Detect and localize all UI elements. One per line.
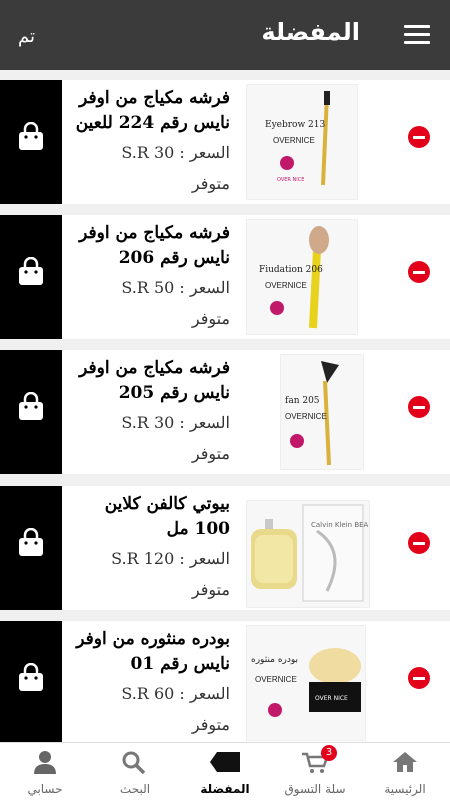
done-button[interactable]: تم — [18, 26, 35, 47]
product-name: فرشه مكياج من اوفر نايس رقم 224 للعين — [75, 88, 230, 133]
nav-account[interactable]: حسابي — [5, 743, 85, 801]
nav-favorites[interactable]: المفضلة — [185, 743, 265, 801]
shopping-bag-icon — [19, 392, 43, 420]
shopping-bag-icon — [19, 663, 43, 691]
nav-cart[interactable]: 3 سلة التسوق — [275, 743, 355, 801]
shopping-bag-icon — [19, 257, 43, 285]
product-name: فرشه مكياج من اوفر نايس رقم 206 — [79, 223, 230, 268]
svg-text:OVER NICE: OVER NICE — [277, 177, 304, 183]
product-name: بيوتي كالفن كلاين 100 مل — [104, 494, 230, 539]
brand-label: OVERNICE — [255, 675, 297, 684]
add-to-cart-button[interactable] — [0, 80, 62, 204]
menu-icon[interactable] — [404, 25, 430, 45]
image-label: fan 205 — [285, 396, 320, 406]
product-image[interactable]: Eyebrow 213 OVERNICE OVER NICE — [246, 84, 358, 200]
product-price: السعر : 60 S.R — [121, 684, 230, 703]
list-item[interactable]: فرشه مكياج من اوفر نايس رقم 224 للعين ال… — [0, 80, 450, 204]
remove-favorite-button[interactable] — [408, 396, 430, 418]
product-info: فرشه مكياج من اوفر نايس رقم 206 السعر : … — [66, 221, 230, 333]
list-item[interactable]: فرشه مكياج من اوفر نايس رقم 205 السعر : … — [0, 350, 450, 474]
add-to-cart-button[interactable] — [0, 486, 62, 610]
bottom-navigation: الرئيسية 3 سلة التسوق المفضلة البحث حساب… — [0, 742, 450, 801]
list-item[interactable]: بودره منثوره من اوفر نايس رقم 01 السعر :… — [0, 621, 450, 745]
product-info: فرشه مكياج من اوفر نايس رقم 205 السعر : … — [66, 356, 230, 468]
product-price: السعر : 30 S.R — [121, 413, 230, 432]
remove-favorite-button[interactable] — [408, 126, 430, 148]
product-availability: متوفر — [191, 309, 230, 328]
product-image[interactable]: Calvin Klein BEAUTY — [246, 500, 383, 608]
nav-search-label: البحث — [119, 782, 151, 796]
add-to-cart-button[interactable] — [0, 215, 62, 339]
image-label: Eyebrow 213 — [265, 120, 325, 130]
home-icon — [393, 752, 417, 772]
svg-text:OVER NICE: OVER NICE — [315, 695, 348, 702]
image-label: بودره منثوره — [251, 655, 298, 665]
image-label: Fiudation 206 — [259, 265, 323, 275]
product-info: بيوتي كالفن كلاين 100 مل السعر : 120 S.R… — [66, 492, 230, 604]
remove-favorite-button[interactable] — [408, 532, 430, 554]
remove-favorite-button[interactable] — [408, 261, 430, 283]
product-name: بودره منثوره من اوفر نايس رقم 01 — [76, 629, 230, 674]
product-image[interactable]: Fiudation 206 OVERNICE — [246, 219, 358, 335]
nav-search[interactable]: البحث — [95, 743, 175, 801]
list-item[interactable]: بيوتي كالفن كلاين 100 مل السعر : 120 S.R… — [0, 486, 450, 610]
product-image[interactable]: OVER NICE بودره منثوره OVERNICE — [246, 625, 366, 741]
product-availability: متوفر — [191, 715, 230, 734]
list-item[interactable]: فرشه مكياج من اوفر نايس رقم 206 السعر : … — [0, 215, 450, 339]
favorites-tag-icon — [210, 752, 240, 772]
add-to-cart-button[interactable] — [0, 621, 62, 745]
product-price: السعر : 50 S.R — [121, 278, 230, 297]
shopping-bag-icon — [19, 122, 43, 150]
product-info: بودره منثوره من اوفر نايس رقم 01 السعر :… — [66, 627, 230, 739]
cart-count-badge: 3 — [321, 745, 337, 761]
nav-cart-label: سلة التسوق — [284, 782, 346, 796]
nav-favorites-label: المفضلة — [200, 782, 250, 796]
account-icon — [34, 751, 56, 774]
product-availability: متوفر — [191, 174, 230, 193]
brand-label: OVERNICE — [285, 412, 327, 421]
product-name: فرشه مكياج من اوفر نايس رقم 205 — [79, 358, 230, 403]
remove-favorite-button[interactable] — [408, 667, 430, 689]
shopping-bag-icon — [19, 528, 43, 556]
nav-account-label: حسابي — [27, 782, 63, 796]
search-icon — [122, 751, 146, 775]
product-price: السعر : 120 S.R — [111, 549, 230, 568]
image-label: Calvin Klein BEAUTY — [311, 521, 369, 529]
top-app-bar: المفضلة تم — [0, 0, 450, 70]
nav-home[interactable]: الرئيسية — [365, 743, 445, 801]
nav-home-label: الرئيسية — [384, 782, 426, 796]
brand-label: OVERNICE — [273, 136, 315, 145]
add-to-cart-button[interactable] — [0, 350, 62, 474]
page-title: المفضلة — [261, 18, 360, 46]
product-image[interactable]: fan 205 OVERNICE — [280, 354, 364, 470]
product-info: فرشه مكياج من اوفر نايس رقم 224 للعين ال… — [66, 86, 230, 198]
product-availability: متوفر — [191, 444, 230, 463]
product-price: السعر : 30 S.R — [121, 143, 230, 162]
product-availability: متوفر — [191, 580, 230, 599]
brand-label: OVERNICE — [265, 281, 307, 290]
